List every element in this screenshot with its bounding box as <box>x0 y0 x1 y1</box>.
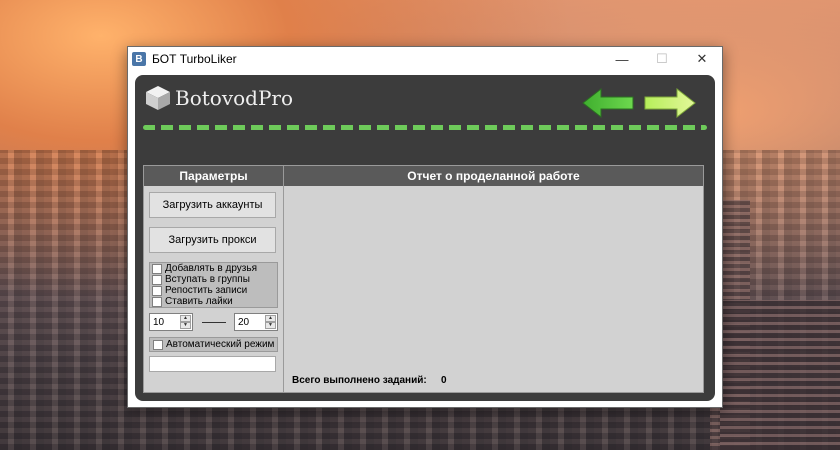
stepper-up-icon[interactable]: ▲ <box>265 315 276 322</box>
options-group: Добавлять в друзья Вступать в группы Реп… <box>149 262 278 308</box>
stepper-arrows[interactable]: ▲ ▼ <box>180 315 191 329</box>
total-tasks-value: 0 <box>441 375 447 386</box>
checkbox[interactable] <box>152 285 162 296</box>
range-to-input[interactable] <box>235 314 261 330</box>
range-separator <box>202 322 226 323</box>
option-like[interactable]: Ставить лайки <box>152 296 277 307</box>
window-title: БОТ TurboLiker <box>152 52 237 66</box>
range-to-stepper[interactable]: ▲ ▼ <box>234 313 278 331</box>
stepper-down-icon[interactable]: ▼ <box>180 322 191 329</box>
checkbox[interactable] <box>152 296 162 307</box>
range-from-stepper[interactable]: ▲ ▼ <box>149 313 193 331</box>
app-window: B БОТ TurboLiker — ☐ ✕ BotovodPro Параме… <box>127 46 723 408</box>
client-area: BotovodPro Параметры Отчет о проделанной… <box>135 75 715 401</box>
maximize-button[interactable]: ☐ <box>642 47 682 71</box>
minimize-button[interactable]: — <box>602 47 642 71</box>
params-header: Параметры <box>144 166 283 186</box>
background-building <box>720 300 840 450</box>
option-join-groups[interactable]: Вступать в группы <box>152 274 277 285</box>
divider <box>283 166 284 392</box>
range-from-input[interactable] <box>150 314 176 330</box>
decorative-dashes <box>143 125 707 130</box>
option-label: Добавлять в друзья <box>165 263 257 274</box>
main-panel: Параметры Отчет о проделанной работе Заг… <box>143 165 704 393</box>
status-field[interactable] <box>149 356 276 372</box>
option-label: Репостить записи <box>165 285 248 296</box>
checkbox[interactable] <box>152 274 162 285</box>
auto-mode-label: Автоматический режим <box>166 339 275 350</box>
option-repost[interactable]: Репостить записи <box>152 285 277 296</box>
arrow-right-icon[interactable] <box>644 87 696 119</box>
option-label: Ставить лайки <box>165 296 233 307</box>
option-add-friends[interactable]: Добавлять в друзья <box>152 263 277 274</box>
checkbox[interactable] <box>153 339 163 350</box>
stepper-arrows[interactable]: ▲ ▼ <box>265 315 276 329</box>
load-proxy-button[interactable]: Загрузить прокси <box>149 227 276 253</box>
vk-app-icon: B <box>132 52 146 66</box>
report-header: Отчет о проделанной работе <box>284 166 703 186</box>
nav-arrows <box>582 87 696 119</box>
close-button[interactable]: ✕ <box>682 47 722 71</box>
total-tasks-label: Всего выполнено заданий: <box>292 375 427 386</box>
title-bar[interactable]: B БОТ TurboLiker — ☐ ✕ <box>128 47 722 71</box>
brand-logo: BotovodPro <box>145 85 293 111</box>
auto-mode-option[interactable]: Автоматический режим <box>149 337 278 352</box>
checkbox[interactable] <box>152 263 162 274</box>
load-accounts-button[interactable]: Загрузить аккаунты <box>149 192 276 218</box>
stepper-up-icon[interactable]: ▲ <box>180 315 191 322</box>
cube-icon <box>146 86 170 110</box>
logo-text: BotovodPro <box>175 86 294 110</box>
arrow-left-icon[interactable] <box>582 87 634 119</box>
stepper-down-icon[interactable]: ▼ <box>265 322 276 329</box>
option-label: Вступать в группы <box>165 274 250 285</box>
